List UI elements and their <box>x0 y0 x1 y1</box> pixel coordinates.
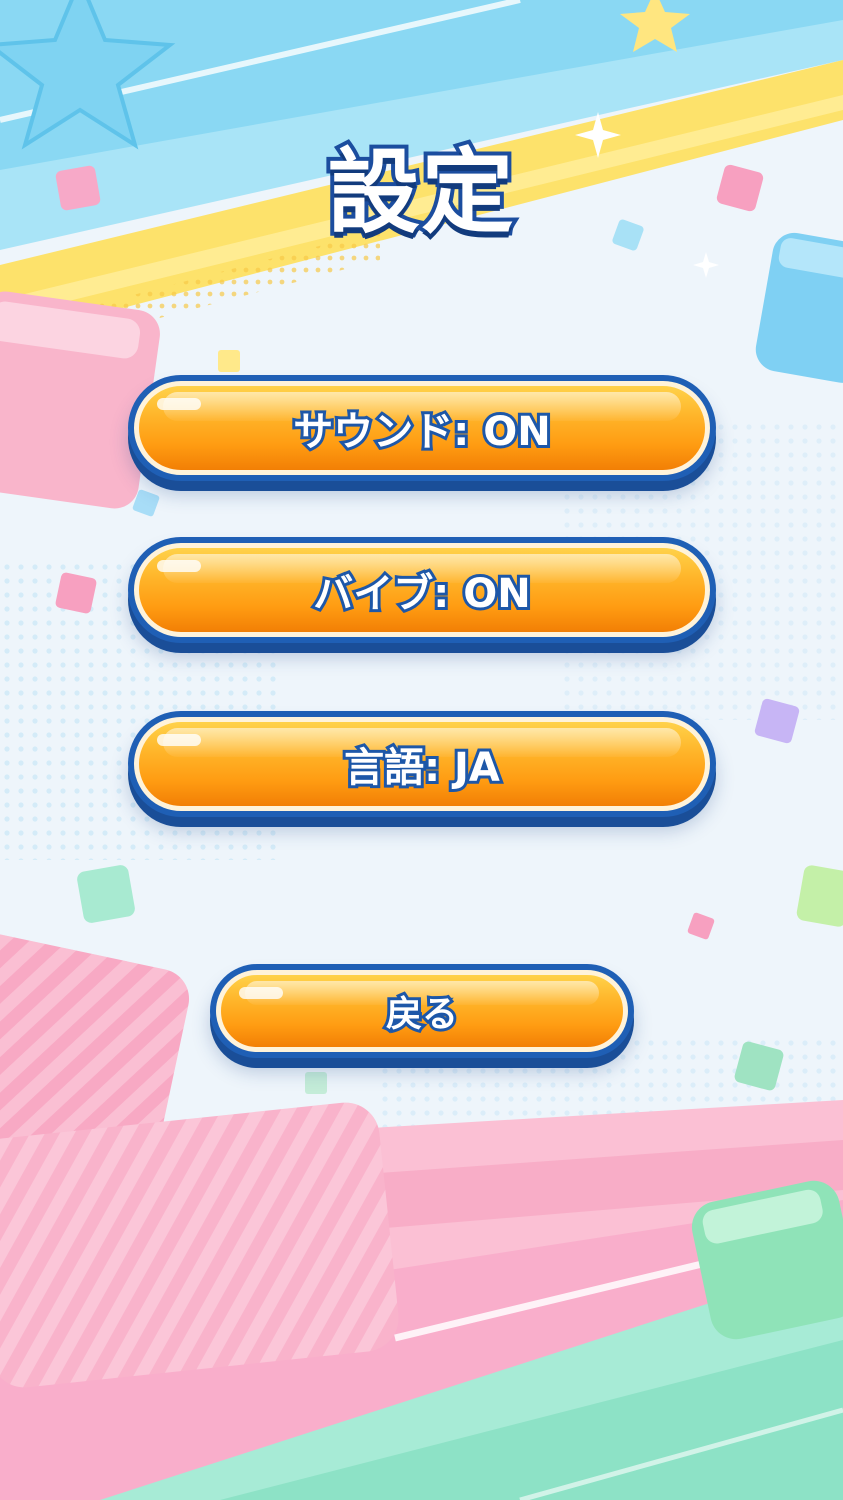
back-button-label: 戻る <box>383 991 461 1038</box>
page-title: 設定 <box>323 135 517 250</box>
sound-toggle-button-face: サウンド: ON <box>134 381 710 475</box>
sound-toggle-button[interactable]: サウンド: ON <box>128 375 716 481</box>
sound-toggle-label: サウンド: ON <box>290 406 553 458</box>
vibration-toggle-button-face: バイブ: ON <box>134 543 710 637</box>
language-select-label: 言語: JA <box>341 742 503 794</box>
vibration-toggle-button[interactable]: バイブ: ON <box>128 537 716 643</box>
language-select-button-face: 言語: JA <box>134 717 710 811</box>
back-button[interactable]: 戻る <box>210 964 634 1058</box>
back-button-face: 戻る <box>216 970 628 1052</box>
language-select-button[interactable]: 言語: JA <box>128 711 716 817</box>
vibration-toggle-label: バイブ: ON <box>310 568 533 620</box>
